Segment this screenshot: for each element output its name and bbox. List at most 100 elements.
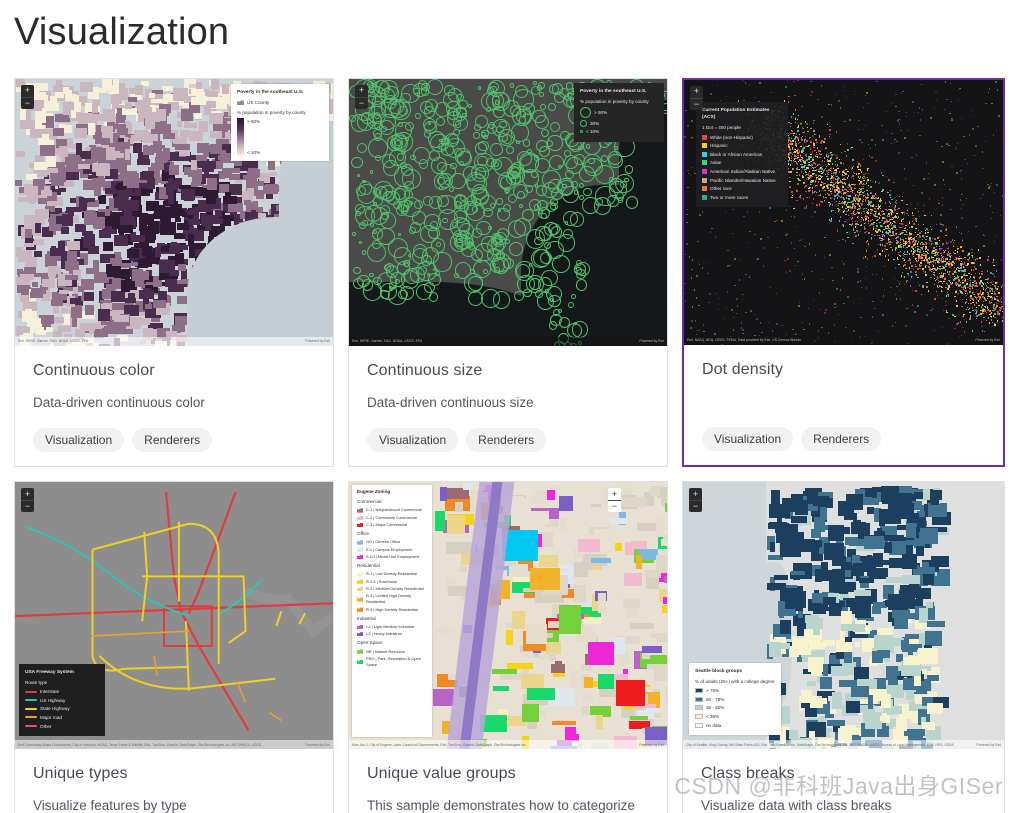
county-polygon: [84, 304, 94, 316]
population-dot: [901, 223, 903, 225]
proportional-symbol: [472, 259, 492, 279]
population-dot: [888, 179, 890, 181]
county-polygon: [193, 113, 202, 119]
population-dot: [952, 273, 954, 275]
county-polygon: [215, 210, 223, 218]
county-polygon: [19, 107, 27, 120]
proportional-symbol: [539, 103, 546, 110]
attribution-source: Esri, HERE, Garmin, FAO, NOAA, USGS, EPA: [352, 339, 423, 344]
proportional-symbol: [410, 154, 416, 161]
proportional-symbol: [471, 228, 482, 239]
thumbnail-continuous-size[interactable]: + − Poverty in the southeast U.S. % popu…: [349, 78, 667, 346]
county-polygon: [74, 101, 82, 113]
county-polygon: [143, 228, 159, 234]
county-polygon: [163, 148, 170, 160]
map-zoom-controls[interactable]: + −: [21, 84, 34, 109]
card-tags: Visualization Renderers: [367, 428, 649, 453]
population-dot: [833, 198, 835, 200]
card-continuous-color[interactable]: + − Poverty in the southeast U.S. US Cou…: [14, 77, 334, 468]
proportional-symbol: [499, 133, 508, 142]
county-polygon: [331, 83, 333, 96]
county-polygon: [181, 188, 196, 200]
county-polygon: [135, 317, 151, 325]
proportional-symbol: [356, 173, 360, 177]
population-dot: [883, 265, 886, 267]
zoom-in-icon[interactable]: +: [21, 85, 34, 97]
population-dot: [879, 230, 882, 232]
tag-renderers[interactable]: Renderers: [132, 428, 213, 453]
tag-visualization[interactable]: Visualization: [33, 428, 125, 453]
county-polygon: [114, 145, 121, 152]
county-polygon: [63, 313, 71, 326]
tag-renderers[interactable]: Renderers: [466, 428, 547, 453]
proportional-symbol: [424, 120, 438, 134]
zoom-out-icon[interactable]: −: [355, 96, 368, 109]
proportional-symbol: [607, 150, 622, 165]
county-polygon: [101, 125, 114, 138]
zoom-out-icon[interactable]: −: [21, 96, 34, 109]
thumbnail-continuous-color[interactable]: + − Poverty in the southeast U.S. US Cou…: [15, 78, 333, 346]
proportional-symbol: [539, 92, 544, 98]
thumbnail-dot-density[interactable]: + − Current Population Estimates (ACS) 1…: [684, 79, 1003, 345]
county-polygon: [171, 324, 178, 331]
population-dot: [998, 313, 1001, 315]
county-polygon: [35, 111, 47, 124]
county-polygon: [265, 184, 281, 193]
county-polygon: [105, 263, 112, 274]
county-polygon: [107, 322, 120, 334]
symbol-medium-icon: [580, 119, 587, 127]
proportional-symbol: [509, 83, 515, 88]
population-dot: [939, 268, 941, 270]
proportional-symbol: [450, 162, 457, 170]
county-polygon: [187, 122, 198, 128]
proportional-symbol: [397, 232, 402, 237]
county-polygon: [158, 108, 166, 121]
proportional-symbol: [564, 220, 569, 225]
proportional-symbol: [352, 232, 356, 236]
population-dot: [876, 248, 879, 250]
county-polygon: [112, 123, 126, 130]
tag-visualization[interactable]: Visualization: [367, 428, 459, 453]
county-polygon: [135, 270, 149, 281]
legend-subtitle: % population in poverty by county: [237, 110, 306, 116]
county-polygon: [69, 162, 78, 171]
population-dot: [933, 271, 935, 273]
card-body: Continuous size Data-driven continuous s…: [349, 346, 667, 467]
population-dot: [911, 265, 913, 267]
card-description: Data-driven continuous size: [367, 394, 534, 410]
proportional-symbol: [533, 80, 538, 85]
county-polygon: [79, 82, 93, 93]
county-polygon: [74, 127, 87, 138]
county-polygon: [33, 239, 44, 245]
county-polygon: [22, 311, 37, 322]
county-polygon: [211, 78, 220, 90]
county-polygon: [92, 260, 100, 272]
proportional-symbol: [467, 276, 483, 292]
population-dot: [890, 246, 892, 249]
proportional-symbol: [549, 154, 565, 171]
county-polygon: [205, 191, 217, 204]
proportional-symbol: [405, 121, 415, 131]
county-polygon: [64, 261, 80, 271]
attribution-powered-by: Powered by Esri: [639, 339, 664, 344]
county-polygon: [124, 149, 130, 160]
card-continuous-size[interactable]: + − Poverty in the southeast U.S. % popu…: [348, 77, 668, 468]
proportional-symbol: [624, 177, 629, 183]
legend-class-1: 30%: [590, 120, 600, 126]
population-dot: [840, 162, 842, 164]
zoom-in-icon[interactable]: +: [355, 85, 368, 97]
legend-subtitle: % population in poverty by county: [580, 99, 649, 105]
proportional-symbol: [506, 145, 515, 154]
proportional-symbol: [543, 242, 551, 250]
proportional-symbol: [490, 233, 503, 245]
proportional-symbol: [550, 226, 563, 238]
card-dot-density[interactable]: + − Current Population Estimates (ACS) 1…: [682, 77, 1005, 468]
proportional-symbol: [583, 187, 592, 197]
population-dot: [909, 262, 912, 264]
proportional-symbol: [463, 166, 478, 181]
proportional-symbol: [534, 114, 550, 130]
map-zoom-controls[interactable]: + −: [355, 84, 368, 109]
proportional-symbol: [499, 120, 507, 129]
proportional-symbol: [418, 265, 428, 275]
proportional-symbol: [430, 157, 447, 174]
